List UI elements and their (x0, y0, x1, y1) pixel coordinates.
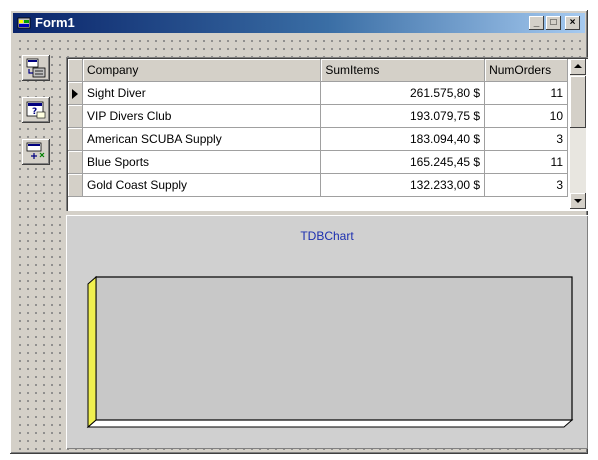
grid-table: Company SumItems NumOrders Sight Diver 2… (68, 59, 568, 197)
indicator-header (68, 59, 83, 82)
db-grid[interactable]: Company SumItems NumOrders Sight Diver 2… (66, 57, 588, 211)
scroll-thumb[interactable] (570, 76, 586, 128)
report-component[interactable]: ? (22, 97, 50, 123)
cell-numorders[interactable]: 10 (484, 104, 568, 128)
row-indicator (68, 150, 83, 174)
row-indicator (68, 127, 83, 151)
cell-sumitems[interactable]: 261.575,80 $ (320, 81, 486, 105)
cell-numorders[interactable]: 3 (484, 173, 568, 197)
scroll-down-button[interactable] (570, 193, 586, 209)
title-bar[interactable]: Form1 _ □ × (13, 13, 585, 33)
cell-company[interactable]: American SCUBA Supply (82, 127, 322, 151)
report-component-icon: ? (26, 101, 46, 119)
arrow-up-icon (574, 64, 582, 68)
cell-company[interactable]: Blue Sports (82, 150, 322, 174)
cell-sumitems[interactable]: 165.245,45 $ (320, 150, 486, 174)
chart-component-icon (26, 142, 45, 159)
cell-company[interactable]: Gold Coast Supply (82, 173, 322, 197)
scroll-up-button[interactable] (570, 59, 586, 75)
table-row[interactable]: American SCUBA Supply 183.094,40 $ 3 (68, 127, 568, 151)
grid-vertical-scrollbar[interactable] (570, 59, 586, 209)
table-row[interactable]: VIP Divers Club 193.079,75 $ 10 (68, 104, 568, 128)
cell-numorders[interactable]: 11 (484, 150, 568, 174)
chart-left-wall (87, 275, 97, 429)
maximize-button[interactable]: □ (546, 16, 561, 30)
arrow-down-icon (574, 199, 582, 203)
table-row[interactable]: Blue Sports 165.245,45 $ 11 (68, 150, 568, 174)
close-button[interactable]: × (565, 16, 580, 30)
row-indicator (68, 173, 83, 197)
chart-back-wall (95, 276, 573, 421)
db-chart[interactable]: TDBChart (66, 215, 588, 449)
table-row[interactable]: Gold Coast Supply 132.233,00 $ 3 (68, 173, 568, 197)
chart-canvas (86, 275, 574, 429)
grid-header-row: Company SumItems NumOrders (68, 59, 568, 82)
cell-company[interactable]: VIP Divers Club (82, 104, 322, 128)
table-row[interactable]: Sight Diver 261.575,80 $ 11 (68, 81, 568, 105)
current-row-pointer-icon (72, 88, 78, 99)
cell-numorders[interactable]: 11 (484, 81, 568, 105)
chart-component[interactable] (22, 139, 50, 165)
window-title: Form1 (35, 15, 75, 30)
minimize-button[interactable]: _ (529, 16, 544, 30)
column-header-company[interactable]: Company (82, 59, 322, 82)
cell-sumitems[interactable]: 193.079,75 $ (320, 104, 486, 128)
form-client-area: ? Company SumItems NumOrders Sight Diver… (14, 35, 588, 451)
cell-numorders[interactable]: 3 (484, 127, 568, 151)
delphi-form-icon (17, 17, 31, 29)
row-indicator (68, 104, 83, 128)
query-component-icon (26, 58, 46, 78)
svg-text:?: ? (32, 107, 37, 117)
row-indicator (68, 81, 83, 105)
column-header-numorders[interactable]: NumOrders (484, 59, 568, 82)
cell-sumitems[interactable]: 183.094,40 $ (320, 127, 486, 151)
column-header-sumitems[interactable]: SumItems (320, 59, 486, 82)
chart-floor (86, 419, 574, 428)
form-window: Form1 _ □ × ? Company SumItems NumOrders… (10, 10, 588, 454)
cell-company[interactable]: Sight Diver (82, 81, 322, 105)
query-component[interactable] (22, 55, 50, 81)
cell-sumitems[interactable]: 132.233,00 $ (320, 173, 486, 197)
